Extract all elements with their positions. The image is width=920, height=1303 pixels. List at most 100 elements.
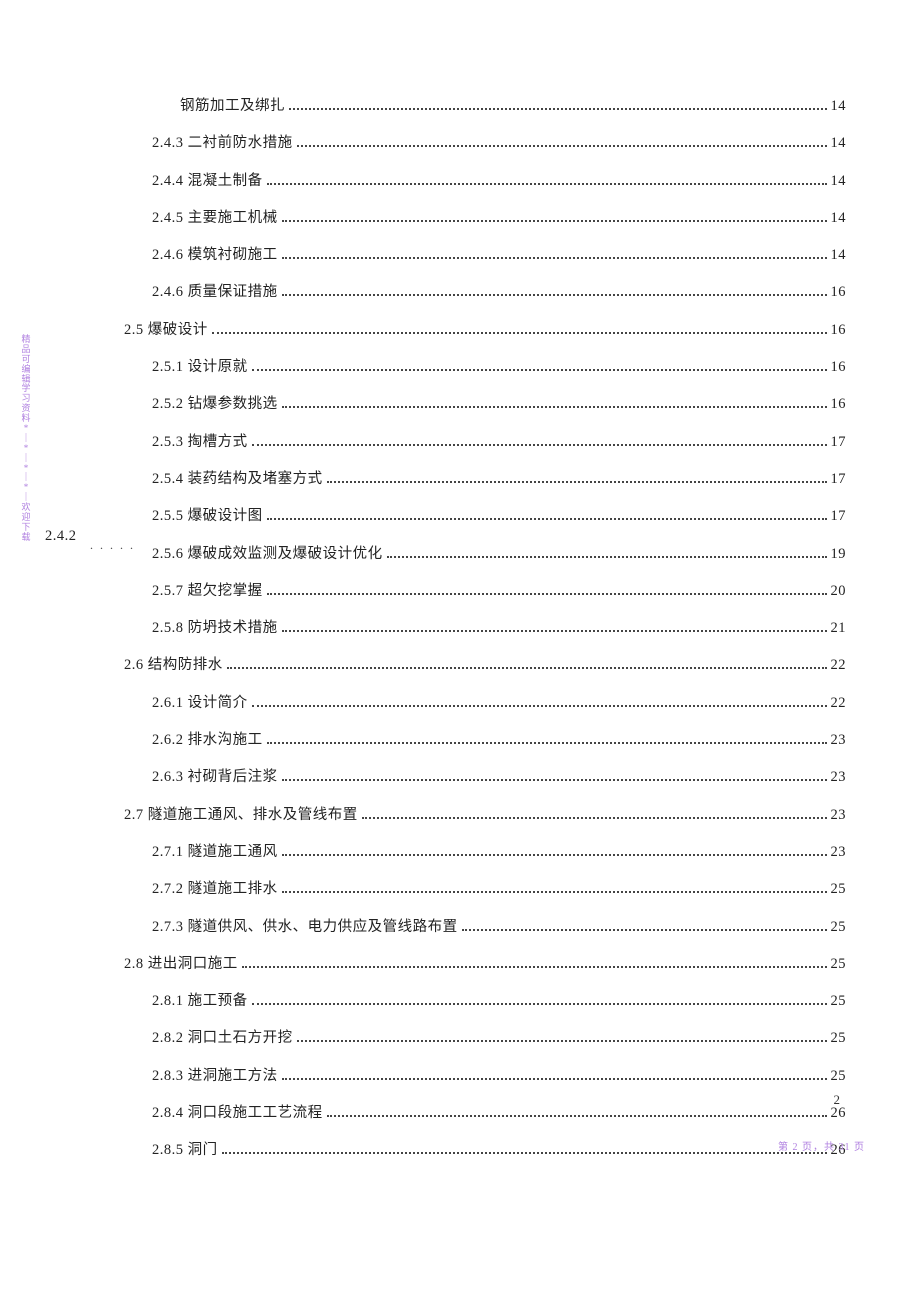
toc-leader-dots	[282, 620, 827, 632]
toc-entry-label: 2.5.7 超欠挖掌握	[152, 581, 263, 601]
toc-leader-dots	[387, 545, 827, 557]
toc-entry-page: 23	[831, 767, 847, 787]
toc-entry-page: 14	[831, 96, 847, 116]
toc-entry: 2.5 爆破设计 16	[86, 320, 846, 340]
toc-entry: 2.5.3 掏槽方式 17	[86, 432, 846, 452]
toc-entry-label: 2.4.6 模筑衬砌施工	[152, 245, 278, 265]
toc-leader-dots	[282, 210, 827, 222]
toc-entry: 2.4.5 主要施工机械14	[86, 208, 846, 228]
toc-entry-label: 2.7.2 隧道施工排水	[152, 879, 278, 899]
toc-entry-page: 25	[831, 879, 847, 899]
toc-entry-label: 2.5.6 爆破成效监测及爆破设计优化	[152, 544, 383, 564]
toc-leader-dots	[282, 284, 827, 296]
toc-leader-dots	[297, 1030, 827, 1042]
toc-entry-page: 25	[831, 954, 847, 974]
toc-entry-page: 22	[831, 693, 847, 713]
toc-entry-page: 14	[831, 133, 847, 153]
toc-entry-page: 16	[831, 357, 847, 377]
toc-entry-page: 23	[831, 730, 847, 750]
toc-entry-label: 2.6.1 设计简介	[152, 693, 248, 713]
toc-leader-dots	[327, 1105, 827, 1117]
toc-entry: 2.7.1 隧道施工通风23	[86, 842, 846, 862]
toc-entry-label: 2.5.5 爆破设计图	[152, 506, 263, 526]
toc-entry-label: 2.8.3 进洞施工方法	[152, 1066, 278, 1086]
toc-entry-page: 20	[831, 581, 847, 601]
side-margin-note: 精品可编辑学习资料*｜*｜*｜*｜欢迎下载	[20, 335, 32, 543]
toc-entry-page: 17	[831, 469, 847, 489]
toc-leader-dots	[222, 1142, 827, 1154]
toc-entry-label: 2.5.3 掏槽方式	[152, 432, 248, 452]
toc-entry: 2.4.3 二衬前防水措施14	[86, 133, 846, 153]
toc-entry: 2.7.3 隧道供风、供水、电力供应及管线路布置25	[86, 917, 846, 937]
toc-entry: 2.5.1 设计原就 16	[86, 357, 846, 377]
toc-leader-dots	[297, 135, 827, 147]
toc-entry: 2.5.6 爆破成效监测及爆破设计优化 19	[86, 544, 846, 564]
toc-entry-page: 16	[831, 320, 847, 340]
toc-entry: 2.8.2 洞口土石方开挖 25	[86, 1028, 846, 1048]
toc-entry-page: 21	[831, 618, 847, 638]
toc-entry: 2.4.6 质量保证措施16	[86, 282, 846, 302]
toc-entry-page: 23	[831, 842, 847, 862]
toc-leader-dots	[282, 881, 827, 893]
toc-leader-dots	[267, 172, 827, 184]
toc-entry-page: 14	[831, 245, 847, 265]
toc-leader-dots	[227, 657, 827, 669]
toc-entry: 2.4.6 模筑衬砌施工 14	[86, 245, 846, 265]
toc-leader-dots	[282, 844, 827, 856]
toc-entry: 2.5.5 爆破设计图 17	[86, 506, 846, 526]
toc-entry: 2.7.2 隧道施工排水 25	[86, 879, 846, 899]
toc-entry-label: 2.5.2 钻爆参数挑选	[152, 394, 278, 414]
toc-entry-label: 2.8.4 洞口段施工工艺流程	[152, 1103, 323, 1123]
toc-entry-page: 25	[831, 917, 847, 937]
toc-entry: 2.6.1 设计简介 22	[86, 693, 846, 713]
toc-entry-page: 22	[831, 655, 847, 675]
toc-entry-label: 2.4.6 质量保证措施	[152, 282, 278, 302]
toc-entry: 2.4.4 混凝土制备 14	[86, 171, 846, 191]
toc-entry-page: 19	[831, 544, 847, 564]
toc-entry: 2.6 结构防排水22	[86, 655, 846, 675]
toc-entry: 2.5.4 装药结构及堵塞方式 17	[86, 469, 846, 489]
toc-entry: 2.8.1 施工预备25	[86, 991, 846, 1011]
toc-leader-dots	[267, 732, 827, 744]
toc-entry-label: 2.6.2 排水沟施工	[152, 730, 263, 750]
toc-entry: 2.8 进出洞口施工 25	[86, 954, 846, 974]
toc-entry-page: 17	[831, 432, 847, 452]
side-note-char: 载	[20, 533, 32, 543]
toc-entry: 2.6.3 衬砌背后注浆23	[86, 767, 846, 787]
toc-entry-label: 2.5 爆破设计	[124, 320, 208, 340]
toc-leader-dots	[327, 471, 827, 483]
toc-entry-label: 2.8.1 施工预备	[152, 991, 248, 1011]
toc-entry-page: 14	[831, 171, 847, 191]
toc-entry-label: 2.4.4 混凝土制备	[152, 171, 263, 191]
toc-entry-label: 2.5.1 设计原就	[152, 357, 248, 377]
toc-entry-page: 14	[831, 208, 847, 228]
toc-entry-label: 2.8 进出洞口施工	[124, 954, 238, 974]
toc-entry: 2.5.2 钻爆参数挑选 16	[86, 394, 846, 414]
toc-entry-label: 2.5.4 装药结构及堵塞方式	[152, 469, 323, 489]
footer-page-info: 第 2 页，共 31 页	[778, 1138, 865, 1153]
toc-entry-page: 16	[831, 394, 847, 414]
toc-entry-page: 17	[831, 506, 847, 526]
toc-entry: 2.8.5 洞门26	[86, 1140, 846, 1160]
toc-leader-dots	[282, 396, 827, 408]
toc-leader-dots	[252, 434, 827, 446]
toc-entry: 2.7 隧道施工通风、排水及管线布置 23	[86, 805, 846, 825]
toc-entry: 2.5.7 超欠挖掌握 20	[86, 581, 846, 601]
toc-entry: 2.8.4 洞口段施工工艺流程26	[86, 1103, 846, 1123]
toc-container: 钢筋加工及绑扎142.4.3 二衬前防水措施142.4.4 混凝土制备142.4…	[86, 96, 846, 1178]
toc-entry-page: 25	[831, 1028, 847, 1048]
toc-entry-label: 2.8.5 洞门	[152, 1140, 218, 1160]
toc-leader-dots	[212, 322, 827, 334]
toc-entry-label: 2.7 隧道施工通风、排水及管线布置	[124, 805, 358, 825]
toc-leader-dots	[362, 807, 827, 819]
toc-entry-page: 25	[831, 1066, 847, 1086]
toc-entry: 钢筋加工及绑扎14	[86, 96, 846, 116]
toc-entry: 2.6.2 排水沟施工 23	[86, 730, 846, 750]
toc-leader-dots	[282, 247, 827, 259]
toc-entry: 2.8.3 进洞施工方法 25	[86, 1066, 846, 1086]
toc-leader-dots	[267, 508, 827, 520]
toc-entry-label: 2.8.2 洞口土石方开挖	[152, 1028, 293, 1048]
toc-leader-dots	[267, 583, 827, 595]
page-number: 2	[834, 1092, 841, 1108]
toc-entry-page: 23	[831, 805, 847, 825]
